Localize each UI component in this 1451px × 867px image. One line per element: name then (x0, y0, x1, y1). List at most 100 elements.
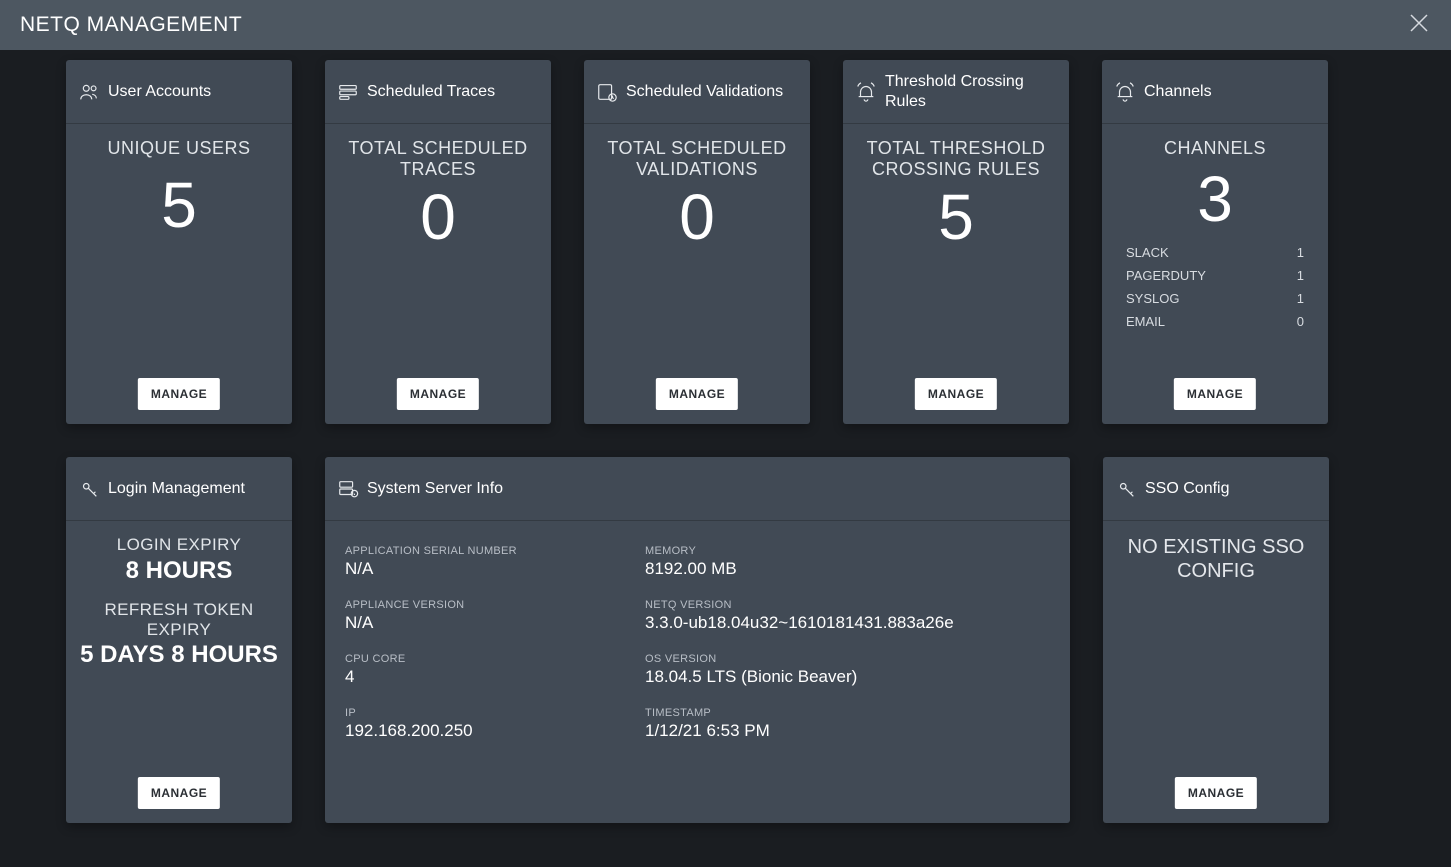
card-header: Scheduled Validations (584, 60, 810, 124)
info-value: 192.168.200.250 (345, 721, 635, 741)
card-title: Scheduled Traces (367, 82, 495, 101)
card-title: Scheduled Validations (626, 82, 783, 101)
close-button[interactable] (1405, 11, 1433, 39)
bell-icon (1114, 81, 1136, 103)
traces-icon (337, 81, 359, 103)
card-title: SSO Config (1145, 479, 1229, 498)
card-body: LOGIN EXPIRY 8 HOURS REFRESH TOKEN EXPIR… (66, 521, 292, 823)
stat-value: 3 (1197, 167, 1233, 231)
card-body: NO EXISTING SSO CONFIG MANAGE (1103, 521, 1329, 823)
channel-row-email: EMAIL 0 (1126, 310, 1304, 333)
info-value: 1/12/21 6:53 PM (645, 721, 1050, 741)
channel-name: EMAIL (1126, 314, 1165, 329)
info-value: N/A (345, 613, 635, 633)
stat-label: TOTAL THRESHOLD CROSSING RULES (853, 138, 1059, 179)
info-label: TIMESTAMP (645, 707, 1050, 719)
info-value: 18.04.5 LTS (Bionic Beaver) (645, 667, 1050, 687)
stat-value: 5 (938, 185, 974, 249)
info-label: APPLICATION SERIAL NUMBER (345, 545, 635, 557)
key-user-icon (78, 478, 100, 500)
card-threshold-rules: Threshold Crossing Rules TOTAL THRESHOLD… (843, 60, 1069, 424)
card-body: UNIQUE USERS 5 MANAGE (66, 124, 292, 424)
channel-name: PAGERDUTY (1126, 268, 1206, 283)
card-row-2: Login Management LOGIN EXPIRY 8 HOURS RE… (66, 457, 1385, 823)
card-body: CHANNELS 3 SLACK 1 PAGERDUTY 1 SYSLOG (1102, 124, 1328, 424)
card-title: Channels (1144, 82, 1212, 101)
card-header: Threshold Crossing Rules (843, 60, 1069, 124)
refresh-token-label: REFRESH TOKEN EXPIRY (76, 600, 282, 639)
manage-button[interactable]: MANAGE (138, 378, 220, 410)
stat-value: 0 (679, 185, 715, 249)
manage-button[interactable]: MANAGE (656, 378, 738, 410)
card-title: Login Management (108, 479, 245, 498)
channel-name: SLACK (1126, 245, 1169, 260)
card-title: System Server Info (367, 479, 503, 498)
netq-management-window: NETQ MANAGEMENT User Accounts UNIQUE USE… (0, 0, 1451, 867)
close-icon (1407, 11, 1431, 40)
modal-title: NETQ MANAGEMENT (20, 13, 242, 37)
refresh-token-value: 5 DAYS 8 HOURS (76, 641, 282, 669)
card-body: TOTAL SCHEDULED TRACES 0 MANAGE (325, 124, 551, 424)
card-header: System Server Info (325, 457, 1070, 521)
info-app-serial: APPLICATION SERIAL NUMBER N/A (345, 545, 635, 579)
manage-button[interactable]: MANAGE (138, 777, 220, 809)
card-body: TOTAL SCHEDULED VALIDATIONS 0 MANAGE (584, 124, 810, 424)
info-value: 3.3.0-ub18.04u32~1610181431.883a26e (645, 613, 1050, 633)
info-value: N/A (345, 559, 635, 579)
channel-row-syslog: SYSLOG 1 (1126, 287, 1304, 310)
channel-count: 1 (1297, 268, 1304, 283)
info-memory: MEMORY 8192.00 MB (645, 545, 1050, 579)
info-netq-version: NETQ VERSION 3.3.0-ub18.04u32~1610181431… (645, 599, 1050, 633)
card-system-server-info: System Server Info APPLICATION SERIAL NU… (325, 457, 1070, 823)
info-label: IP (345, 707, 635, 719)
content-area: User Accounts UNIQUE USERS 5 MANAGE Sche… (0, 50, 1451, 867)
card-scheduled-traces: Scheduled Traces TOTAL SCHEDULED TRACES … (325, 60, 551, 424)
login-expiry-value: 8 HOURS (117, 557, 241, 585)
info-ip: IP 192.168.200.250 (345, 707, 635, 741)
card-title: Threshold Crossing Rules (885, 72, 1057, 110)
modal-header: NETQ MANAGEMENT (0, 0, 1451, 50)
info-cpu-core: CPU CORE 4 (345, 653, 635, 687)
sso-empty-message: NO EXISTING SSO CONFIG (1113, 535, 1319, 583)
card-row-1: User Accounts UNIQUE USERS 5 MANAGE Sche… (66, 60, 1385, 424)
stat-label: TOTAL SCHEDULED VALIDATIONS (594, 138, 800, 179)
stat-label: CHANNELS (1164, 138, 1266, 159)
info-label: MEMORY (645, 545, 1050, 557)
info-label: APPLIANCE VERSION (345, 599, 635, 611)
channel-name: SYSLOG (1126, 291, 1179, 306)
bell-alert-icon (855, 81, 877, 103)
channel-count: 1 (1297, 245, 1304, 260)
info-value: 8192.00 MB (645, 559, 1050, 579)
manage-button[interactable]: MANAGE (1175, 777, 1257, 809)
card-login-management: Login Management LOGIN EXPIRY 8 HOURS RE… (66, 457, 292, 823)
login-expiry-group: LOGIN EXPIRY 8 HOURS (117, 535, 241, 584)
stat-value: 5 (161, 173, 197, 237)
info-label: CPU CORE (345, 653, 635, 665)
card-body: APPLICATION SERIAL NUMBER N/A MEMORY 819… (325, 521, 1070, 823)
card-header: Login Management (66, 457, 292, 521)
stat-label: TOTAL SCHEDULED TRACES (335, 138, 541, 179)
info-os-version: OS VERSION 18.04.5 LTS (Bionic Beaver) (645, 653, 1050, 687)
card-header: SSO Config (1103, 457, 1329, 521)
card-header: Scheduled Traces (325, 60, 551, 124)
card-body: TOTAL THRESHOLD CROSSING RULES 5 MANAGE (843, 124, 1069, 424)
card-sso-config: SSO Config NO EXISTING SSO CONFIG MANAGE (1103, 457, 1329, 823)
card-header: User Accounts (66, 60, 292, 124)
card-scheduled-validations: Scheduled Validations TOTAL SCHEDULED VA… (584, 60, 810, 424)
channels-list: SLACK 1 PAGERDUTY 1 SYSLOG 1 EMAIL (1112, 241, 1318, 333)
server-info-icon (337, 478, 359, 500)
manage-button[interactable]: MANAGE (915, 378, 997, 410)
info-value: 4 (345, 667, 635, 687)
card-header: Channels (1102, 60, 1328, 124)
validations-icon (596, 81, 618, 103)
info-timestamp: TIMESTAMP 1/12/21 6:53 PM (645, 707, 1050, 741)
manage-button[interactable]: MANAGE (1174, 378, 1256, 410)
manage-button[interactable]: MANAGE (397, 378, 479, 410)
info-label: NETQ VERSION (645, 599, 1050, 611)
info-label: OS VERSION (645, 653, 1050, 665)
stat-label: UNIQUE USERS (107, 138, 250, 159)
channel-count: 0 (1297, 314, 1304, 329)
channel-row-pagerduty: PAGERDUTY 1 (1126, 264, 1304, 287)
login-expiry-label: LOGIN EXPIRY (117, 535, 241, 555)
channel-count: 1 (1297, 291, 1304, 306)
